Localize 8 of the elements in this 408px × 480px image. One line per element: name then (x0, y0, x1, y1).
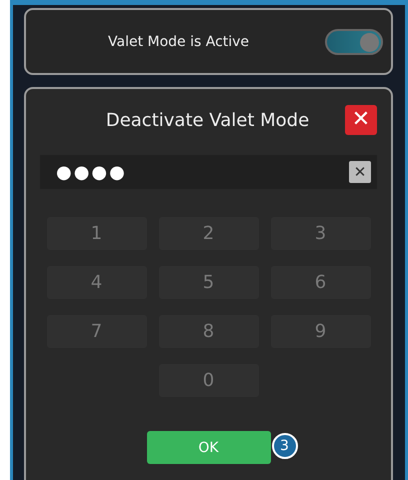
clear-button[interactable]: ✕ (349, 161, 371, 183)
toggle-switch[interactable] (325, 28, 383, 54)
close-button[interactable]: ✕ (345, 105, 377, 135)
pin-field[interactable]: ●●●● ✕ (40, 155, 377, 189)
status-label: Valet Mode is Active (108, 34, 250, 50)
step-badge: 3 (272, 433, 298, 459)
dialog-title: Deactivate Valet Mode (104, 110, 310, 130)
ok-button[interactable]: OK (146, 431, 270, 464)
